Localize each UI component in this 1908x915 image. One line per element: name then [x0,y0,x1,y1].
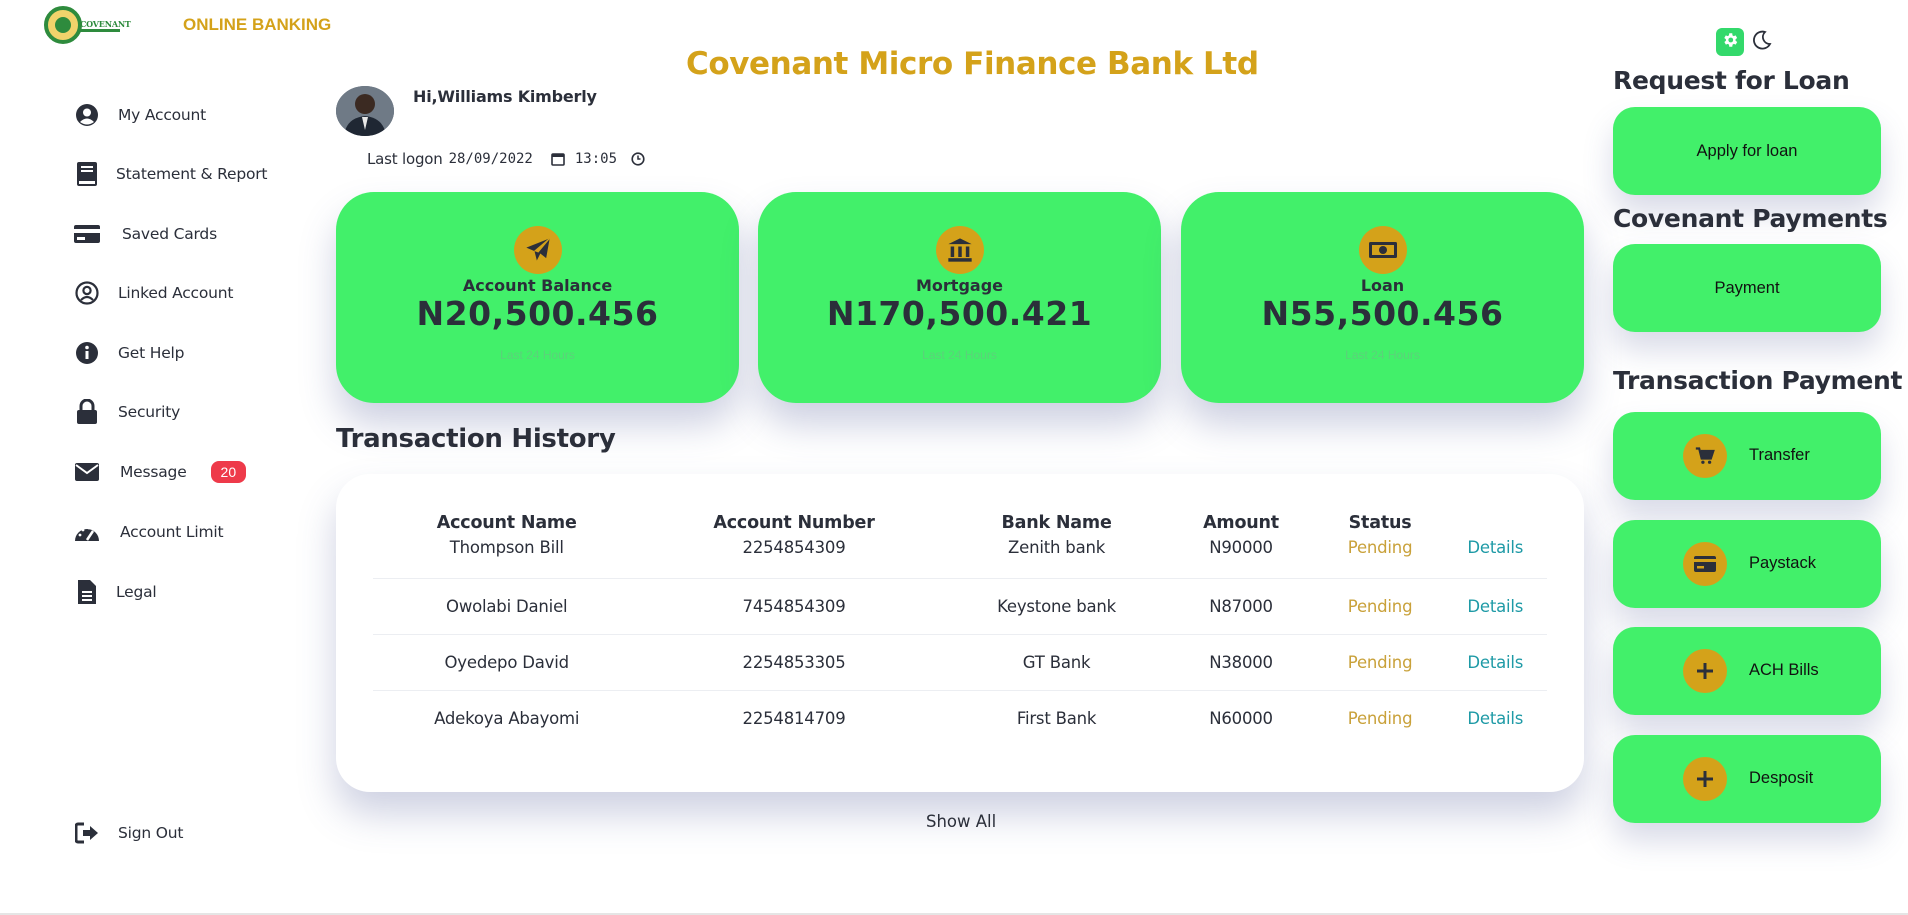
sidebar-item-account-limit[interactable]: Account Limit [74,517,224,547]
payment-button[interactable]: Payment [1613,244,1881,332]
ach-bills-button[interactable]: ACH Bills [1613,627,1881,715]
col-amount: Amount [1203,513,1279,533]
deposit-button[interactable]: Desposit [1613,735,1881,823]
sidebar-item-get-help[interactable]: Get Help [74,338,184,368]
last-logon-date: 28/09/2022 [448,151,533,167]
cart-icon [1683,434,1727,478]
details-link[interactable]: Details [1443,538,1547,579]
sidebar-item-statement[interactable]: Statement & Report [74,159,267,189]
col-status: Status [1348,513,1412,533]
col-bank-name: Bank Name [1001,513,1112,533]
transaction-history-title: Transaction History [336,424,616,454]
user-circle-icon [74,102,100,128]
table-row: Adekoya Abayomi 2254814709 First Bank N6… [373,690,1547,746]
brand: COVENANT ONLINE BANKING [44,6,331,46]
col-account-number: Account Number [713,513,875,533]
message-count-badge: 20 [210,461,247,483]
loan-card[interactable]: Loan N55,500.456 Last 24 Hours [1181,192,1584,403]
document-icon [74,579,100,605]
moon-icon [1752,30,1772,55]
calendar-icon [551,152,565,166]
paystack-button[interactable]: Paystack [1613,520,1881,608]
last-logon: Last logon 28/09/2022 13:05 [367,150,645,168]
loan-value: N55,500.456 [1261,294,1504,333]
paper-plane-icon [513,226,562,274]
envelope-icon [74,459,100,485]
details-link[interactable]: Details [1444,690,1547,746]
theme-controls [1716,28,1774,56]
status-badge: Pending [1347,708,1413,728]
avatar[interactable] [336,86,394,136]
credit-card-icon [74,221,100,247]
sign-out-button[interactable]: Sign Out [74,818,183,848]
mortgage-value: N170,500.421 [826,294,1093,333]
status-badge: Pending [1316,634,1444,691]
sidebar-item-legal[interactable]: Legal [74,577,157,607]
bank-icon [935,226,984,274]
page-title: Covenant Micro Finance Bank Ltd [686,46,1259,82]
card-icon [1683,542,1727,586]
details-link[interactable]: Details [1443,634,1547,691]
table-row: Owolabi Daniel 7454854309 Keystone bank … [373,578,1547,635]
transaction-payment-heading: Transaction Payment [1613,366,1903,395]
sidebar-item-saved-cards[interactable]: Saved Cards [74,219,217,249]
plus-icon [1683,649,1727,693]
clock-icon [631,152,645,166]
bank-logo[interactable]: COVENANT [44,6,131,46]
sidebar-item-my-account[interactable]: My Account [74,100,206,130]
gauge-icon [74,519,100,545]
lock-icon [74,399,100,425]
transfer-button[interactable]: Transfer [1613,412,1881,500]
table-header-row: Account Name Account Number Bank Name Am… [373,508,1547,538]
col-action [1444,508,1547,538]
sidebar-item-linked-account[interactable]: Linked Account [74,278,233,308]
transaction-table-card: Account Name Account Number Bank Name Am… [336,474,1584,792]
request-loan-heading: Request for Loan [1613,66,1850,95]
last-logon-label: Last logon [367,150,443,168]
sidebar-item-security[interactable]: Security [74,397,180,427]
covenant-payments-heading: Covenant Payments [1613,204,1888,233]
sidebar-item-message[interactable]: Message 20 [74,457,247,487]
status-badge: Pending [1316,578,1444,635]
table-row: Thompson Bill 2254854309 Zenith bank N90… [373,538,1547,579]
details-link[interactable]: Details [1443,578,1547,635]
book-icon [74,161,100,187]
transaction-table: Account Name Account Number Bank Name Am… [373,508,1547,746]
plus-icon [1683,757,1727,801]
gear-icon [1721,31,1739,54]
account-balance-card[interactable]: Account Balance N20,500.456 Last 24 Hour… [336,192,739,403]
dark-mode-toggle[interactable] [1750,30,1774,54]
info-icon [74,340,100,366]
brand-title: ONLINE BANKING [183,15,332,34]
user-outline-icon [74,280,100,306]
col-account-name: Account Name [436,513,577,533]
money-bill-icon [1358,226,1407,274]
sign-out-icon [74,820,100,846]
apply-for-loan-button[interactable]: Apply for loan [1613,107,1881,195]
user-greeting: Hi,Williams Kimberly [413,87,597,106]
settings-button[interactable] [1716,28,1744,56]
status-badge: Pending [1316,538,1444,579]
show-all-link[interactable]: Show All [926,812,996,831]
mortgage-card[interactable]: Mortgage N170,500.421 Last 24 Hours [758,192,1161,403]
table-row: Oyedepo David 2254853305 GT Bank N38000 … [373,634,1547,691]
last-logon-time: 13:05 [574,151,618,167]
account-balance-value: N20,500.456 [416,294,659,333]
